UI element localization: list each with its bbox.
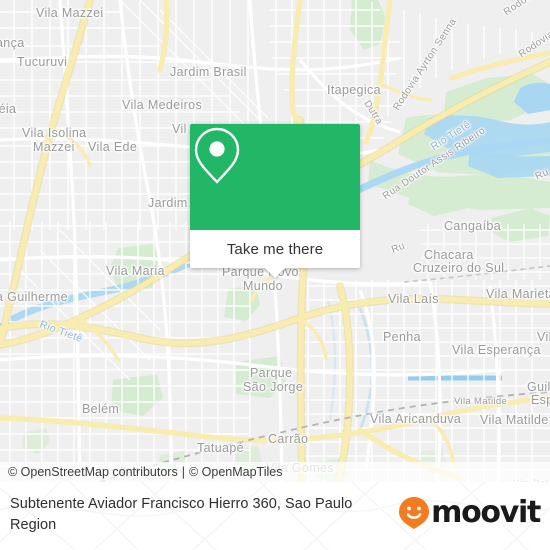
map-canvas[interactable]: Vila MazzeiançaTucuruviJardim BrasilItap… bbox=[0, 0, 550, 482]
location-title: Subtenente Aviador Francisco Hierro 360,… bbox=[10, 496, 353, 533]
take-me-there-label: Take me there bbox=[226, 240, 324, 258]
map-attribution: © OpenStreetMap contributors | © OpenMap… bbox=[0, 462, 550, 482]
moovit-smiley-pin-icon bbox=[399, 497, 430, 529]
map-popup[interactable]: Take me there bbox=[190, 124, 360, 278]
osm-attribution-link[interactable]: © OpenStreetMap contributors bbox=[8, 465, 178, 479]
openmaptiles-attribution-link[interactable]: © OpenMapTiles bbox=[189, 465, 283, 479]
moovit-wordmark: moovit bbox=[431, 495, 541, 530]
moovit-map-page: Vila MazzeiançaTucuruviJardim BrasilItap… bbox=[0, 0, 550, 550]
popup-pin-banner[interactable] bbox=[190, 124, 360, 230]
map-pin-icon bbox=[194, 127, 240, 184]
take-me-there-button[interactable]: Take me there bbox=[190, 230, 360, 268]
attribution-separator: | bbox=[181, 465, 185, 479]
moovit-logo[interactable]: moovit bbox=[398, 495, 541, 530]
popup-pointer bbox=[264, 267, 286, 278]
footer-bar: Subtenente Aviador Francisco Hierro 360,… bbox=[0, 482, 550, 550]
